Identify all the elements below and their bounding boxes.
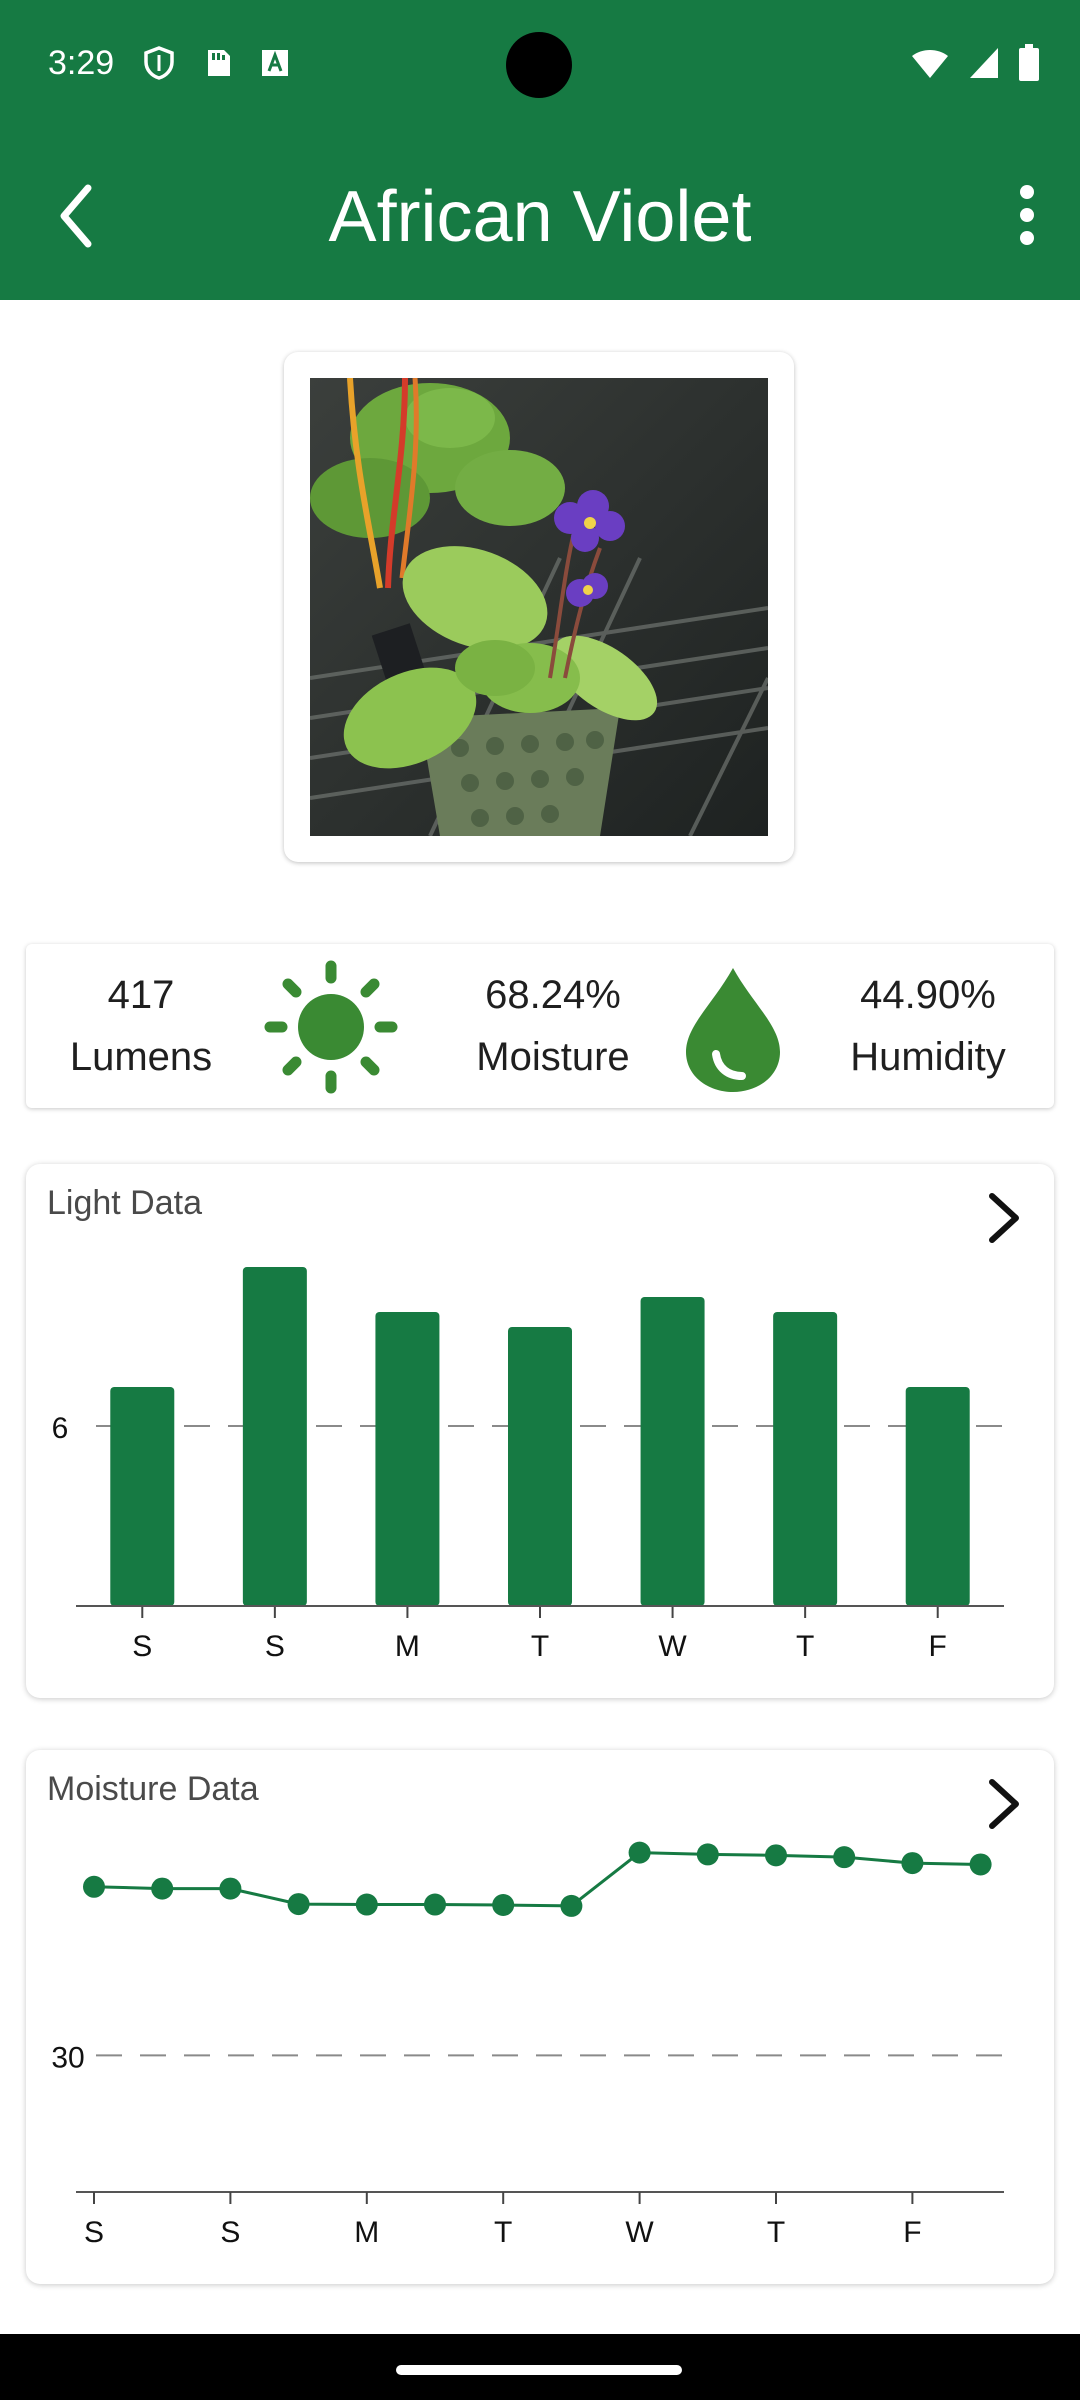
x-tick-label: S [220,2216,240,2249]
x-tick-label: W [658,1630,687,1663]
bar [640,1297,705,1606]
data-point [424,1893,446,1916]
data-point [219,1877,242,1900]
bar [375,1312,440,1606]
bar [508,1327,572,1606]
shield-icon [142,46,176,80]
app-bar: 3:29 African Violet [0,0,1080,300]
data-point [560,1894,583,1917]
moisture-label: Moisture [476,1035,630,1079]
moisture-stat: 68.24% Moisture [418,964,688,1088]
plant-photo-card[interactable] [284,352,794,862]
x-tick-label: S [132,1630,152,1663]
data-point [833,1846,856,1869]
bar [905,1387,970,1606]
data-point [901,1852,924,1875]
data-point [969,1853,992,1876]
water-drop-icon [686,968,780,1092]
moisture-value: 68.24% [485,973,621,1017]
humidity-label: Humidity [850,1035,1006,1079]
more-vert-icon [1020,185,1034,245]
plant-photo [310,378,768,836]
x-tick-label: T [767,2216,785,2249]
x-tick-label: F [903,2216,921,2249]
wifi-icon [910,46,950,85]
bar [242,1267,307,1606]
home-gesture-handle[interactable] [396,2365,682,2375]
x-tick-label: T [494,2216,512,2249]
sd-card-icon [200,46,234,80]
data-point [696,1843,719,1866]
data-point [765,1844,787,1867]
humidity-value: 44.90% [860,973,996,1017]
x-tick-label: S [265,1630,285,1663]
sun-icon [264,960,398,1094]
text-a-icon [258,46,292,80]
x-tick-label: F [929,1630,947,1663]
data-point [287,1893,310,1916]
x-tick-label: M [354,2216,379,2249]
more-options-button[interactable] [1002,180,1052,250]
page-title: African Violet [328,177,752,257]
data-point [492,1894,515,1916]
status-left-icons [142,46,292,80]
data-point [83,1875,105,1898]
signal-icon [968,46,1000,85]
light-value: 417 [107,973,175,1017]
x-tick-label: S [84,2216,104,2249]
camera-cutout [506,32,572,98]
x-tick-label: M [395,1630,420,1663]
light-data-card[interactable]: Light Data 6SSMTWTF [26,1164,1054,1698]
sensor-stats-card: 417 Lumens 68.24% Moisture 44.90% Humidi… [26,944,1054,1108]
light-bar-chart: 6 S S M T W T F [52,1267,1004,1663]
moisture-line-chart: 30 S S M T W T F [51,1841,1004,2249]
status-time: 3:29 [48,44,115,82]
x-tick-label: T [796,1630,814,1663]
reference-label: 30 [51,2041,84,2074]
x-tick-label: W [625,2216,654,2249]
bar [773,1312,838,1606]
humidity-stat: 44.90% Humidity [802,964,1054,1088]
data-point [355,1893,378,1916]
x-tick-label: T [531,1630,549,1663]
bar [110,1387,175,1606]
data-point [628,1841,651,1864]
moisture-data-card[interactable]: Moisture Data 30 S S M T W T F [26,1750,1054,2284]
light-stat: 417 Lumens [26,964,256,1088]
light-label: Lumens [69,1035,213,1079]
data-point [151,1877,174,1900]
battery-icon [1018,44,1040,87]
status-right-icons [910,44,1040,87]
reference-label: 6 [52,1412,69,1445]
